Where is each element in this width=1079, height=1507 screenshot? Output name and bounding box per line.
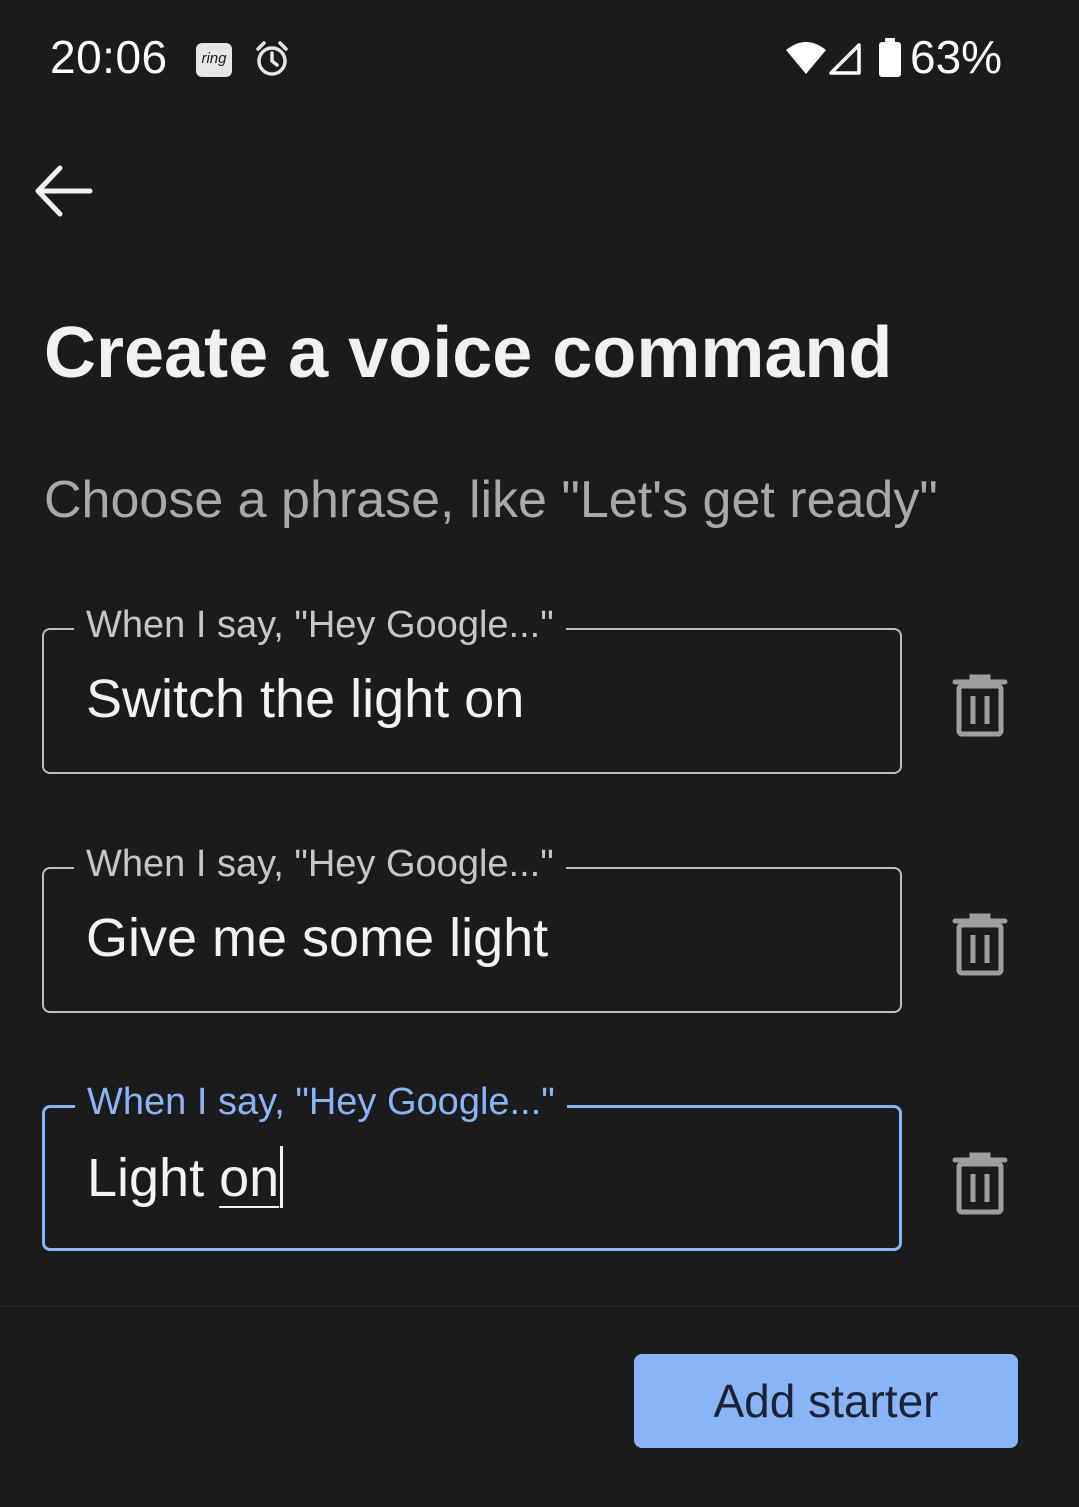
phrase-input[interactable]: Switch the light on: [86, 668, 524, 730]
phrase-field-label: When I say, "Hey Google...": [74, 843, 566, 886]
phrase-field-2[interactable]: When I say, "Hey Google..." Give me some…: [42, 843, 902, 1013]
add-starter-button[interactable]: Add starter: [634, 1354, 1018, 1448]
footer-divider: [0, 1305, 1079, 1307]
trash-icon[interactable]: [952, 1152, 1008, 1216]
arrow-left-icon[interactable]: [30, 158, 96, 224]
composing-text: on: [219, 1148, 280, 1208]
battery-icon: [879, 38, 901, 77]
battery-percent: 63%: [910, 31, 1003, 83]
phrase-text: Light: [87, 1148, 220, 1208]
page-title: Create a voice command: [44, 313, 893, 393]
phrase-field-3[interactable]: When I say, "Hey Google..." Light on: [42, 1081, 902, 1251]
ring-icon: ring: [196, 43, 232, 77]
trash-icon[interactable]: [952, 674, 1008, 738]
text-cursor: [280, 1146, 284, 1208]
wifi-icon: [786, 42, 826, 74]
phrase-input-focused[interactable]: Light on: [87, 1146, 284, 1209]
phrase-field-1[interactable]: When I say, "Hey Google..." Switch the l…: [42, 604, 902, 774]
page-subtitle: Choose a phrase, like "Let's get ready": [44, 471, 938, 529]
trash-icon[interactable]: [952, 913, 1008, 977]
signal-icon: [829, 43, 861, 75]
status-bar: 20:06 ring 63%: [0, 0, 1079, 120]
phrase-field-label: When I say, "Hey Google...": [75, 1081, 567, 1124]
status-time: 20:06: [50, 31, 168, 83]
phrase-field-label: When I say, "Hey Google...": [74, 604, 566, 647]
phrase-input[interactable]: Give me some light: [86, 907, 548, 969]
alarm-icon: [256, 41, 288, 76]
